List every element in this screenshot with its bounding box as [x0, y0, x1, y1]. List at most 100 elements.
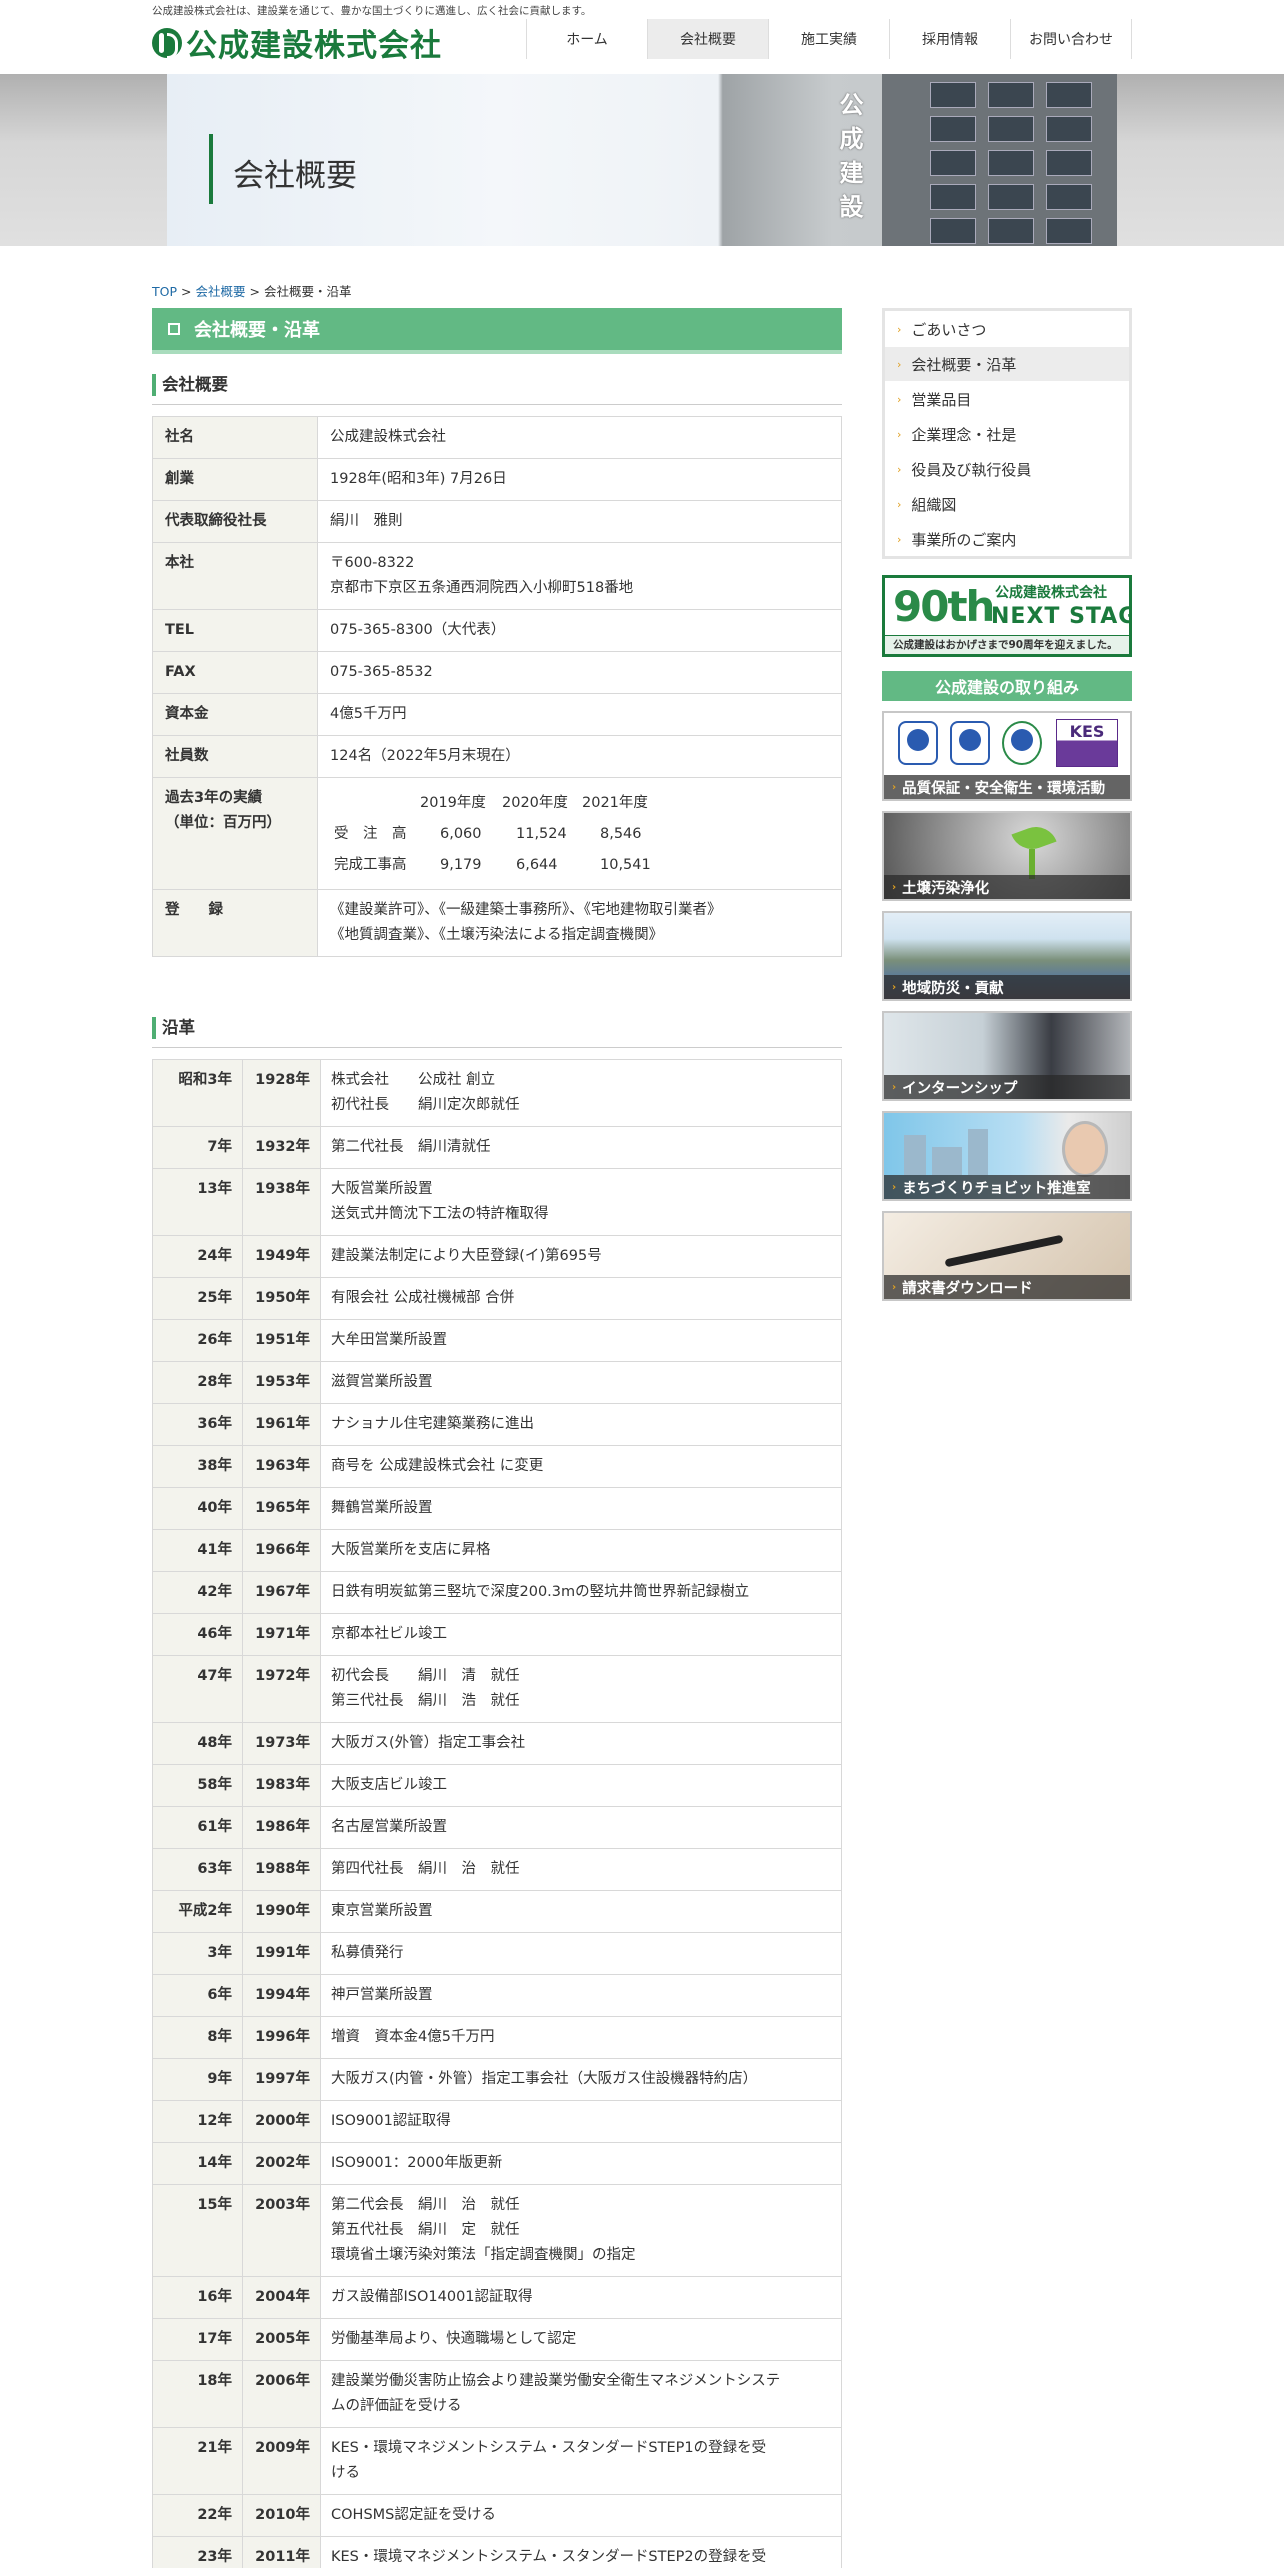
anniversary-number: 90th [893, 582, 995, 631]
banner-soil-remediation[interactable]: › 土壌汚染浄化 [882, 811, 1132, 901]
history-event-line: ガス設備部ISO14001認証取得 [331, 2289, 533, 2305]
history-row: 23年 2011年 KES・環境マネジメントシステム・スタンダードSTEP2の登録を… [152, 2536, 842, 2568]
row-key: 社名 [152, 416, 318, 459]
history-event-line: 私募債発行 [331, 1945, 404, 1961]
history-row: 58年 1983年 大阪支店ビル竣工 [152, 1764, 842, 1807]
hero-image: 会社概要 公成建設 [167, 74, 1117, 246]
banner-label: › インターンシップ [884, 1075, 1130, 1099]
history-event: 滋賀営業所設置 [320, 1361, 842, 1404]
history-era: 47年 [152, 1655, 243, 1723]
chevron-right-icon: › [897, 462, 902, 476]
history-era: 7年 [152, 1126, 243, 1169]
history-event: 大阪営業所設置 送気式井筒沈下工法の特許権取得 [320, 1168, 842, 1236]
history-year: 1997年 [242, 2058, 321, 2101]
history-event-line: 建設業労働災害防止協会より建設業労働安全衛生マネジメントシステ [331, 2373, 781, 2389]
history-row: 47年 1972年 初代会長 絹川 清 就任 第三代社長 絹川 浩 就任 [152, 1655, 842, 1723]
nav-home[interactable]: ホーム [527, 19, 648, 59]
history-era: 13年 [152, 1168, 243, 1236]
history-event: 大阪営業所を支店に昇格 [320, 1529, 842, 1572]
row-value: 〒600-8322 京都市下京区五条通西洞院西入小柳町518番地 [317, 542, 842, 610]
sidebar-item-label: ごあいさつ [911, 320, 987, 339]
section-title: 会社概要・沿革 [152, 308, 842, 354]
sidebar-item-profile[interactable]: › 会社概要・沿革 [885, 346, 1129, 381]
history-era: 42年 [152, 1571, 243, 1614]
breadcrumb-top-link[interactable]: TOP [152, 284, 177, 299]
chevron-right-icon: › [897, 322, 902, 336]
history-event-line: 大阪ガス(外管）指定工事会社 [331, 1735, 526, 1751]
sidebar-item-business[interactable]: › 営業品目 [885, 381, 1129, 416]
history-event: 建設業法制定により大臣登録(イ)第695号 [320, 1235, 842, 1278]
history-era: 63年 [152, 1848, 243, 1891]
perf-header-row: 2019年度 2020年度 2021年度 [334, 788, 829, 819]
history-event-line: 商号を 公成建設株式会社 に変更 [331, 1458, 544, 1474]
perf-value: 10,541 [600, 857, 651, 873]
hero-building-sign: 公成建設 [835, 92, 863, 228]
row-value: 075-365-8532 [317, 651, 842, 694]
chevron-right-icon: › [892, 1181, 897, 1193]
history-event-line: 日鉄有明炭鉱第三竪坑で深度200.3mの竪坑井筒世界新記録樹立 [331, 1584, 750, 1600]
banner-quality-safety[interactable]: KES › 品質保証・安全衛生・環境活動 [882, 711, 1132, 801]
history-era: 58年 [152, 1764, 243, 1807]
sidebar-item-offices[interactable]: › 事業所のご案内 [885, 521, 1129, 556]
sidebar-item-greeting[interactable]: › ごあいさつ [885, 311, 1129, 346]
breadcrumb-sep: > [249, 284, 260, 299]
nav-works[interactable]: 施工実績 [769, 19, 890, 59]
banner-internship[interactable]: › インターンシップ [882, 1011, 1132, 1101]
history-year: 2011年 [242, 2536, 321, 2568]
row-value: 公成建設株式会社 [317, 416, 842, 459]
hq-zip: 〒600-8322 [330, 555, 415, 571]
nav-contact[interactable]: お問い合わせ [1011, 19, 1132, 59]
building-window [1046, 218, 1092, 244]
building-window [930, 116, 976, 142]
banner-label: › 土壌汚染浄化 [884, 875, 1130, 899]
banner-invoice-download[interactable]: › 請求書ダウンロード [882, 1211, 1132, 1301]
row-key: 本社 [152, 542, 318, 610]
history-year: 1965年 [242, 1487, 321, 1530]
history-event-line: 第二代社長 絹川清就任 [331, 1139, 491, 1155]
table-row: 創業 1928年(昭和3年) 7月26日 [152, 458, 842, 501]
row-key: FAX [152, 651, 318, 694]
banner-town-planning[interactable]: › まちづくりチョビット推進室 [882, 1111, 1132, 1201]
history-row: 25年 1950年 有限会社 公成社機械部 合併 [152, 1277, 842, 1320]
table-row: 社員数 124名（2022年5月末現在） [152, 735, 842, 778]
history-row: 42年 1967年 日鉄有明炭鉱第三竪坑で深度200.3mの竪坑井筒世界新記録樹立 [152, 1571, 842, 1614]
anniversary-subtext: 公成建設はおかげさまで90周年を迎えました。 [893, 639, 1118, 651]
main-column: 会社概要・沿革 会社概要 社名 公成建設株式会社 創業 1928年(昭和3年) … [152, 308, 842, 2568]
history-event: 京都本社ビル竣工 [320, 1613, 842, 1656]
history-event: ガス設備部ISO14001認証取得 [320, 2276, 842, 2319]
banner-community[interactable]: › 地域防災・貢献 [882, 911, 1132, 1001]
sidebar-item-label: 役員及び執行役員 [911, 460, 1032, 479]
sidebar-item-officers[interactable]: › 役員及び執行役員 [885, 451, 1129, 486]
page: 公成建設株式会社は、建設業を通じて、豊かな国土づくりに邁進し、広く社会に貢献しま… [0, 0, 1284, 2568]
profile-heading: 会社概要 [152, 374, 842, 405]
history-row: 12年 2000年 ISO9001認証取得 [152, 2100, 842, 2143]
anniversary-banner[interactable]: 90th 公成建設株式会社 NEXT STAGE 公成建設はおかげさまで90周年… [882, 575, 1132, 657]
nav-recruit[interactable]: 採用情報 [890, 19, 1011, 59]
sidebar-item-organization[interactable]: › 組織図 [885, 486, 1129, 521]
history-year: 1988年 [242, 1848, 321, 1891]
history-year: 1973年 [242, 1722, 321, 1765]
table-row: 本社 〒600-8322 京都市下京区五条通西洞院西入小柳町518番地 [152, 542, 842, 610]
history-row: 41年 1966年 大阪営業所を支店に昇格 [152, 1529, 842, 1572]
history-era: 昭和3年 [152, 1059, 243, 1127]
row-key: TEL [152, 609, 318, 652]
history-event-line: 第二代会長 絹川 治 就任 [331, 2197, 520, 2213]
person-photo [1062, 1121, 1108, 1177]
nav-company[interactable]: 会社概要 [648, 19, 769, 59]
history-year: 1983年 [242, 1764, 321, 1807]
history-heading: 沿革 [152, 1017, 842, 1048]
building-window [1046, 82, 1092, 108]
sidebar-item-philosophy[interactable]: › 企業理念・社是 [885, 416, 1129, 451]
history-event-line: 大牟田営業所設置 [331, 1332, 447, 1348]
square-icon [168, 323, 180, 335]
history-year: 1967年 [242, 1571, 321, 1614]
chevron-right-icon: › [892, 881, 897, 893]
site-logo[interactable]: 公成建設株式会社 [152, 20, 442, 65]
initiatives-heading: 公成建設の取り組み [882, 671, 1132, 701]
history-row: 61年 1986年 名古屋営業所設置 [152, 1806, 842, 1849]
breadcrumb-company-link[interactable]: 会社概要 [195, 284, 245, 299]
history-row: 平成2年 1990年 東京営業所設置 [152, 1890, 842, 1933]
history-era: 36年 [152, 1403, 243, 1446]
history-row: 7年 1932年 第二代社長 絹川清就任 [152, 1126, 842, 1169]
history-era: 3年 [152, 1932, 243, 1975]
